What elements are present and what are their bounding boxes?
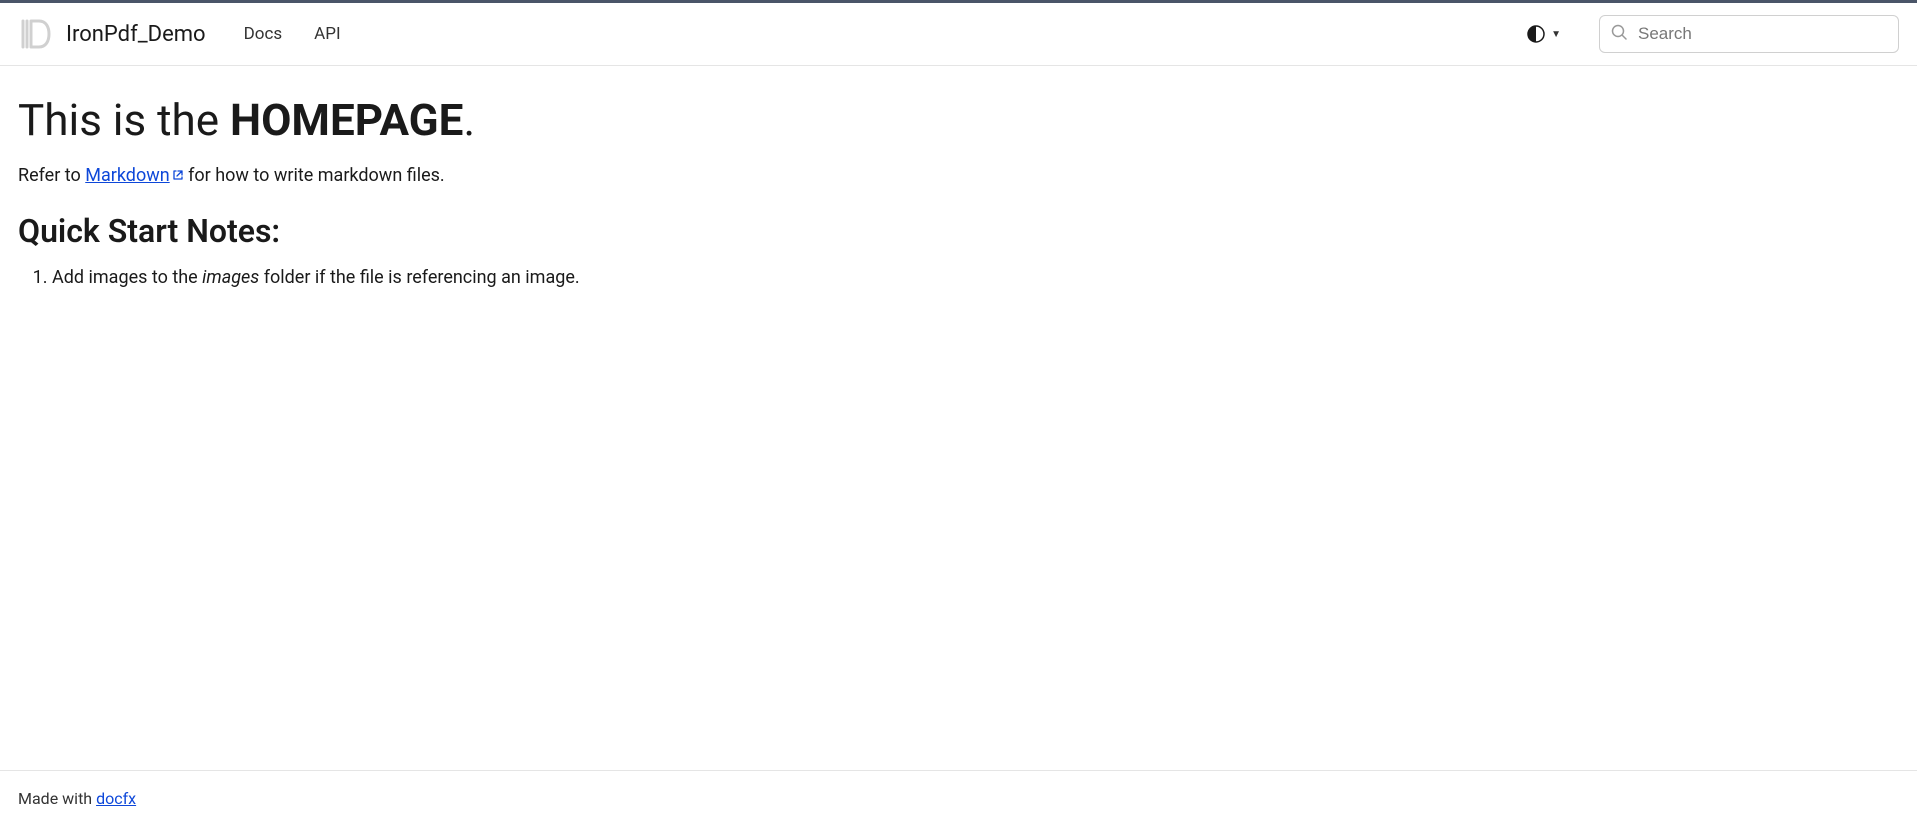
logo-icon [18,16,54,52]
main-content: This is the HOMEPAGE. Refer to Markdown … [0,66,1917,770]
page-title: This is the HOMEPAGE. [18,94,1899,147]
intro-prefix: Refer to [18,165,85,186]
title-suffix: . [463,94,475,146]
intro-suffix: for how to write markdown files. [184,165,445,186]
nav-link-docs[interactable]: Docs [234,20,293,48]
note-suffix: folder if the file is referencing an ima… [259,267,579,288]
note-prefix: Add images to the [52,267,202,288]
nav-link-api[interactable]: API [304,20,350,48]
external-link-icon [172,165,184,186]
navbar: IronPdf_Demo Docs API ▼ [0,3,1917,66]
contrast-icon [1527,25,1545,43]
search-container [1599,15,1899,53]
note-em: images [202,267,259,288]
title-strong: HOMEPAGE [230,94,463,146]
list-item: Add images to the images folder if the f… [52,264,1899,293]
footer: Made with docfx [0,770,1917,826]
footer-prefix: Made with [18,789,96,808]
search-input[interactable] [1599,15,1899,53]
caret-down-icon: ▼ [1551,29,1561,40]
intro-paragraph: Refer to Markdown for how to write markd… [18,165,1899,186]
docfx-link[interactable]: docfx [96,789,136,808]
notes-list: Add images to the images folder if the f… [18,264,1899,293]
brand-title[interactable]: IronPdf_Demo [66,22,206,47]
subheading: Quick Start Notes: [18,212,1899,250]
theme-toggle[interactable]: ▼ [1519,21,1569,47]
title-prefix: This is the [18,94,230,146]
markdown-link[interactable]: Markdown [85,165,183,186]
